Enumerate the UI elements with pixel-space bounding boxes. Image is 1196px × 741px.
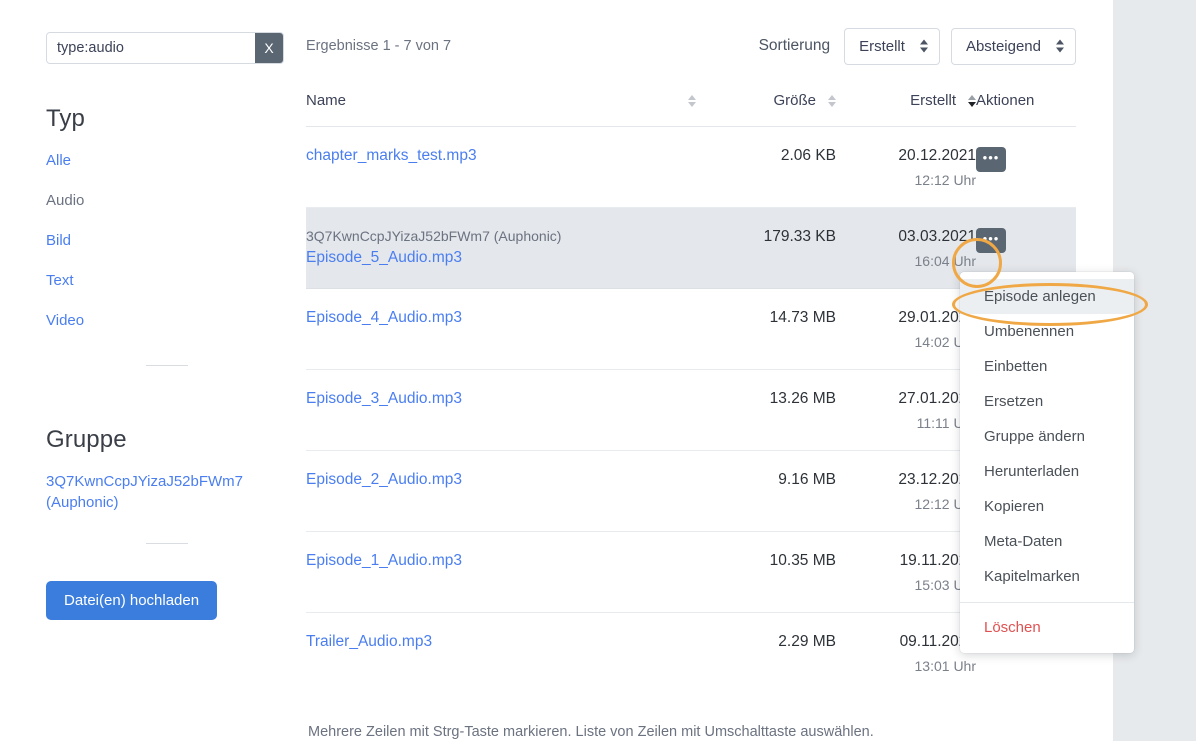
table-header-row: Name Größe Erstellt Aktionen: [306, 92, 1076, 127]
file-link[interactable]: Episode_1_Audio.mp3: [306, 552, 462, 569]
menu-item-loeschen[interactable]: Löschen: [960, 610, 1134, 645]
created-time: 12:12 Uhr: [914, 496, 976, 512]
menu-item-kapitelmarken[interactable]: Kapitelmarken: [960, 559, 1134, 594]
sidebar: X Typ Alle Audio Bild Text Video Gruppe …: [46, 0, 288, 620]
menu-item-einbetten[interactable]: Einbetten: [960, 349, 1134, 384]
group-facet-heading: Gruppe: [46, 426, 127, 453]
created-time: 13:01 Uhr: [914, 658, 976, 674]
sidebar-item-bild[interactable]: Bild: [46, 231, 71, 251]
cell-created: 29.01.2021 14:02 Uhr: [836, 288, 976, 370]
sidebar-item-group[interactable]: 3Q7KwnCcpJYizaJ52bFWm7 (Auphonic): [46, 471, 276, 513]
sort-toggle-created[interactable]: [968, 94, 976, 107]
created-date: 09.11.2020: [899, 633, 976, 650]
created-time: 16:04 Uhr: [914, 253, 976, 269]
sort-toggle-name[interactable]: [688, 94, 696, 107]
menu-separator: [960, 602, 1134, 603]
table-footnote: Mehrere Zeilen mit Strg-Taste markieren.…: [308, 724, 874, 740]
page-content: X Typ Alle Audio Bild Text Video Gruppe …: [0, 0, 1113, 741]
file-group-name: 3Q7KwnCcpJYizaJ52bFWm7 (Auphonic): [306, 228, 562, 244]
cell-name: 3Q7KwnCcpJYizaJ52bFWm7 (Auphonic) Episod…: [306, 207, 696, 289]
column-label-actions: Aktionen: [976, 92, 1035, 109]
created-time: 15:03 Uhr: [914, 577, 976, 593]
sidebar-item-video[interactable]: Video: [46, 311, 84, 331]
menu-item-meta-daten[interactable]: Meta-Daten: [960, 524, 1134, 559]
column-header-size: Größe: [696, 92, 836, 127]
created-time: 14:02 Uhr: [914, 334, 976, 350]
row-actions-button-active[interactable]: •••: [976, 228, 1006, 253]
row-actions-dropdown-menu: Episode anlegen Umbenennen Einbetten Ers…: [960, 272, 1134, 653]
column-header-name: Name: [306, 92, 696, 127]
cell-created: 20.12.2021 12:12 Uhr: [836, 126, 976, 208]
type-facet-list: Alle Audio Bild Text Video: [46, 151, 288, 331]
created-date: 23.12.2020: [898, 471, 976, 488]
column-label-size: Größe: [773, 92, 816, 109]
sidebar-divider-type: [146, 365, 188, 366]
file-link[interactable]: chapter_marks_test.mp3: [306, 147, 477, 164]
cell-size: 13.26 MB: [696, 369, 836, 451]
clear-search-button[interactable]: X: [255, 33, 283, 63]
chevron-updown-icon: [919, 39, 928, 53]
menu-item-umbenennen[interactable]: Umbenennen: [960, 314, 1134, 349]
cell-name: chapter_marks_test.mp3: [306, 126, 696, 208]
sidebar-item-audio[interactable]: Audio: [46, 191, 84, 211]
cell-size: 9.16 MB: [696, 450, 836, 532]
cell-created: 27.01.2021 11:11 Uhr: [836, 369, 976, 451]
menu-item-ersetzen[interactable]: Ersetzen: [960, 384, 1134, 419]
cell-size: 2.29 MB: [778, 633, 836, 650]
cell-size: 2.06 KB: [696, 126, 836, 208]
sidebar-divider-group: [146, 543, 188, 544]
cell-size: 179.33 KB: [696, 207, 836, 289]
file-link[interactable]: Episode_2_Audio.mp3: [306, 471, 462, 488]
cell-size: 14.73 MB: [696, 288, 836, 370]
sort-direction-select[interactable]: Absteigend: [950, 27, 1076, 65]
sort-label: Sortierung: [758, 37, 831, 54]
sidebar-item-alle[interactable]: Alle: [46, 151, 71, 171]
results-count: Ergebnisse 1 - 7 von 7: [306, 38, 452, 54]
created-date: 20.12.2021: [898, 147, 976, 164]
created-time: 12:12 Uhr: [914, 172, 976, 188]
sort-direction-value: Absteigend: [965, 37, 1041, 55]
row-actions-button[interactable]: •••: [976, 147, 1006, 172]
column-header-actions: Aktionen: [976, 92, 1076, 127]
type-facet-heading: Typ: [46, 105, 85, 132]
sort-toggle-size[interactable]: [828, 94, 836, 107]
created-date: 19.11.2020: [899, 552, 976, 569]
cell-created: 23.12.2020 12:12 Uhr: [836, 450, 976, 532]
menu-item-herunterladen[interactable]: Herunterladen: [960, 454, 1134, 489]
file-link[interactable]: Episode_5_Audio.mp3: [306, 249, 462, 266]
cell-created: 09.11.2020 13:01 Uhr: [836, 613, 976, 694]
sidebar-item-text[interactable]: Text: [46, 271, 74, 291]
cell-name: Episode_1_Audio.mp3: [306, 531, 696, 613]
cell-name: Trailer_Audio.mp3: [306, 613, 696, 694]
menu-item-episode-anlegen[interactable]: Episode anlegen: [960, 279, 1134, 314]
menu-item-kopieren[interactable]: Kopieren: [960, 489, 1134, 524]
table-row[interactable]: chapter_marks_test.mp3 2.06 KB 20.12.202…: [306, 126, 1076, 208]
column-label-created: Erstellt: [910, 92, 956, 109]
file-link[interactable]: Episode_3_Audio.mp3: [306, 390, 462, 407]
file-link[interactable]: Trailer_Audio.mp3: [306, 633, 432, 650]
upload-files-button[interactable]: Datei(en) hochladen: [46, 580, 218, 620]
cell-name: Episode_4_Audio.mp3: [306, 288, 696, 370]
created-date: 27.01.2021: [898, 390, 976, 407]
cell-name: Episode_2_Audio.mp3: [306, 450, 696, 532]
files-table-head: Name Größe Erstellt Aktionen: [306, 92, 1076, 127]
cell-created: 19.11.2020 15:03 Uhr: [836, 531, 976, 613]
file-link[interactable]: Episode_4_Audio.mp3: [306, 309, 462, 326]
cell-actions: •••: [976, 126, 1076, 208]
menu-item-gruppe-aendern[interactable]: Gruppe ändern: [960, 419, 1134, 454]
search-field-wrapper: X: [46, 32, 284, 64]
column-label-name: Name: [306, 92, 347, 109]
sort-field-select[interactable]: Erstellt: [844, 27, 940, 65]
cell-created: 03.03.2021 16:04 Uhr: [836, 207, 976, 289]
search-input[interactable]: [47, 33, 255, 63]
chevron-updown-icon: [1056, 39, 1064, 53]
created-time: 11:11 Uhr: [916, 415, 976, 431]
cell-size: 10.35 MB: [696, 531, 836, 613]
column-header-created: Erstellt: [836, 92, 976, 127]
results-toolbar: Ergebnisse 1 - 7 von 7 Sortierung Erstel…: [306, 0, 1076, 92]
cell-name: Episode_3_Audio.mp3: [306, 369, 696, 451]
created-date: 29.01.2021: [898, 309, 976, 326]
sort-field-value: Erstellt: [859, 37, 905, 55]
created-date: 03.03.2021: [898, 228, 976, 245]
